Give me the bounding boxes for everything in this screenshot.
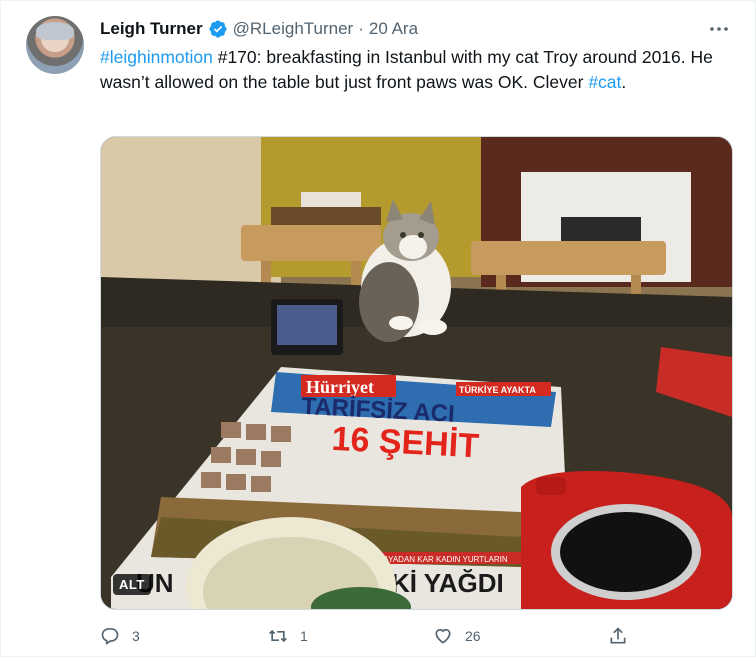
more-icon[interactable] <box>709 21 729 37</box>
author-handle[interactable]: @RLeighTurner <box>233 19 354 39</box>
like-count: 26 <box>465 628 481 644</box>
headline-line2: 16 ŞEHİT <box>331 420 480 466</box>
tweet-photo[interactable]: Hürriyet TÜRKİYE AYAKTA TARİFSİZ ACI 16 … <box>100 136 733 610</box>
reply-button[interactable]: 3 <box>100 621 140 651</box>
tweet-text: #leighinmotion #170: breakfasting in Ist… <box>100 45 720 95</box>
newspaper-kicker: TÜRKİYE AYAKTA <box>459 385 536 395</box>
retweet-button[interactable]: 1 <box>268 621 308 651</box>
separator-dot: · <box>358 19 364 38</box>
author-name[interactable]: Leigh Turner <box>100 19 203 39</box>
like-icon <box>435 628 451 644</box>
bottom-headline: Kİ YAĞDI <box>391 568 504 598</box>
photo-illustration: Hürriyet TÜRKİYE AYAKTA TARİFSİZ ACI 16 … <box>101 137 732 609</box>
retweet-count: 1 <box>300 628 308 644</box>
tweet-date[interactable]: 20 Ara <box>369 19 418 39</box>
reply-icon <box>101 628 119 646</box>
reply-count: 3 <box>132 628 140 644</box>
alt-badge[interactable]: ALT <box>113 574 151 595</box>
verified-badge-icon <box>209 20 227 38</box>
tweet-card[interactable]: Leigh Turner @RLeighTurner · 20 Ara #lei… <box>0 0 756 657</box>
tweet-header: Leigh Turner @RLeighTurner · 20 Ara <box>100 17 418 41</box>
like-button[interactable]: 26 <box>433 621 481 651</box>
hashtag-cat[interactable]: #cat <box>588 72 621 92</box>
avatar[interactable] <box>26 16 84 74</box>
tweet-end: . <box>621 72 627 92</box>
action-bar: 3 1 26 <box>100 621 640 651</box>
share-icon <box>610 627 626 644</box>
share-button[interactable] <box>608 621 640 651</box>
retweet-icon <box>269 629 287 643</box>
hashtag-leighinmotion[interactable]: #leighinmotion <box>100 47 213 67</box>
